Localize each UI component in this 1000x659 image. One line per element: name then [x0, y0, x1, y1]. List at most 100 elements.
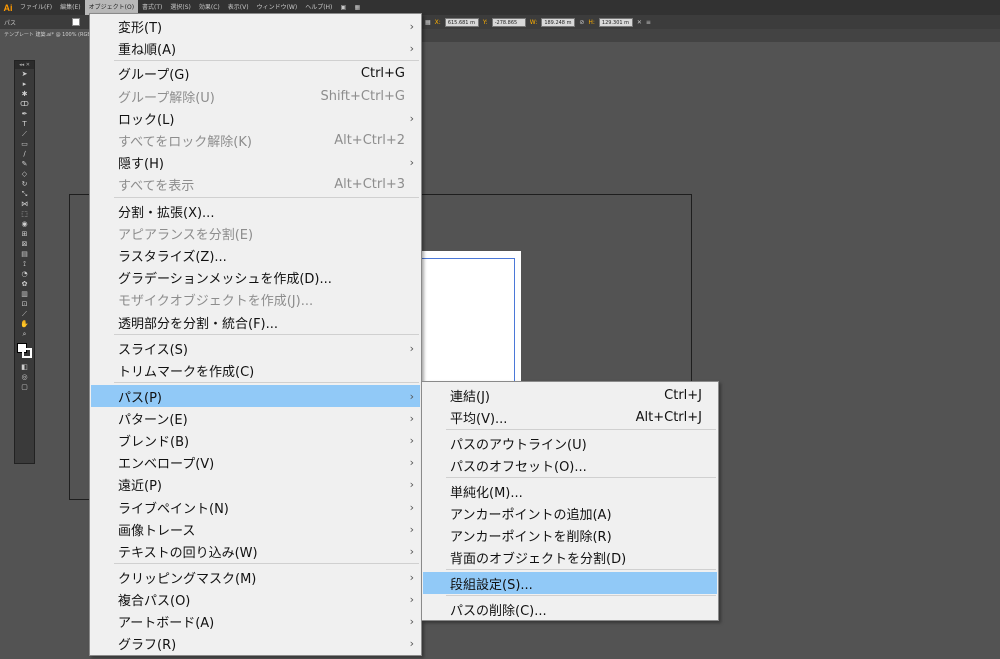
path-submenu-item[interactable]: 単純化(M)... [423, 480, 717, 502]
object-menu-item[interactable]: グラフ(R) › [91, 632, 420, 654]
type-tool-icon[interactable]: T [20, 120, 30, 129]
object-menu-item[interactable]: スライス(S) › [91, 337, 420, 359]
tools-panel-header[interactable]: ◂◂ ✕ [15, 61, 34, 69]
object-menu-item[interactable]: グループ(G) Ctrl+G [91, 62, 420, 84]
shape-builder-tool-icon[interactable]: ◉ [20, 220, 30, 229]
path-submenu-item[interactable]: パスのオフセット(O)... [423, 454, 717, 476]
zoom-tool-icon[interactable]: ⌕ [20, 330, 30, 339]
object-menu-item[interactable]: 複合パス(O) › [91, 588, 420, 610]
transform-fields: ▦ X: 615.681 m Y: -278.865 W: 189.248 m … [425, 15, 651, 29]
object-menu-item-label: 複合パス(O) [118, 593, 191, 609]
white-rectangle-object[interactable] [420, 251, 521, 384]
object-menu-item[interactable]: 分割・拡張(X)... [91, 200, 420, 222]
eyedropper-tool-icon[interactable]: ⟟ [20, 260, 30, 269]
rotate-tool-icon[interactable]: ↻ [20, 180, 30, 189]
color-mode-icon[interactable]: ◧ [20, 363, 30, 372]
object-menu-item[interactable]: パターン(E) › [91, 407, 420, 429]
x-field[interactable]: 615.681 m [444, 17, 479, 27]
object-menu-item-shortcut: Alt+Ctrl+3 [334, 176, 405, 192]
chevron-right-icon: › [409, 500, 414, 514]
menu-edit[interactable]: 編集(E) [56, 0, 84, 15]
y-label: Y: [482, 18, 488, 26]
object-menu-item[interactable]: トリムマークを作成(C) [91, 359, 420, 381]
free-transform-tool-icon[interactable]: ⬚ [20, 210, 30, 219]
chevron-right-icon: › [409, 570, 414, 584]
chevron-right-icon: › [409, 41, 414, 55]
direct-selection-tool-icon[interactable]: ▸ [20, 80, 30, 89]
lasso-tool-icon[interactable]: ↀ [20, 100, 30, 109]
object-menu-item[interactable]: 隠す(H) › [91, 151, 420, 173]
object-menu-item-label: ラスタライズ(Z)... [118, 249, 227, 265]
path-submenu-item[interactable]: 背面のオブジェクトを分割(D) [423, 546, 717, 568]
panel-menu-icon[interactable]: ≡ [646, 19, 651, 26]
link-icon[interactable]: ⊘ [579, 19, 584, 26]
path-submenu-item-label: パスのアウトライン(U) [450, 437, 587, 453]
y-field[interactable]: -278.865 [491, 17, 526, 27]
path-submenu-item[interactable]: 段組設定(S)... [423, 572, 717, 594]
document-tab[interactable]: テンプレート 建築.ai* @ 100% (RGB [0, 29, 90, 42]
object-menu-item[interactable]: 画像トレース › [91, 518, 420, 540]
object-menu-item[interactable]: グラデーションメッシュを作成(D)... [91, 266, 420, 288]
path-submenu-item-label: 段組設定(S)... [450, 577, 533, 593]
blend-tool-icon[interactable]: ◔ [20, 270, 30, 279]
object-menu-item: アピアランスを分割(E) [91, 222, 420, 244]
selection-tool-icon[interactable]: ➤ [20, 70, 30, 79]
menu-separator [114, 60, 419, 61]
pencil-tool-icon[interactable]: ✎ [20, 160, 30, 169]
hand-tool-icon[interactable]: ✋ [20, 320, 30, 329]
h-field[interactable]: 129.301 m [598, 17, 633, 27]
path-submenu-item[interactable]: パスの削除(C)... [423, 598, 717, 620]
gradient-tool-icon[interactable]: ▤ [20, 250, 30, 259]
object-menu-item[interactable]: 変形(T) › [91, 15, 420, 37]
path-submenu-item[interactable]: アンカーポイントを削除(R) [423, 524, 717, 546]
w-field[interactable]: 189.248 m [541, 17, 576, 27]
object-menu-item[interactable]: アートボード(A) › [91, 610, 420, 632]
object-menu-item[interactable]: パス(P) › [91, 385, 420, 407]
line-tool-icon[interactable]: ⟋ [20, 130, 30, 139]
paintbrush-tool-icon[interactable]: ∕ [20, 150, 30, 159]
object-menu-item[interactable]: テキストの回り込み(W) › [91, 540, 420, 562]
menu-separator [114, 382, 419, 383]
object-menu-item[interactable]: 重ね順(A) › [91, 37, 420, 59]
screen-mode-icon[interactable]: ▢ [20, 383, 30, 392]
path-submenu-item-label: 平均(V)... [450, 411, 508, 427]
object-menu-item[interactable]: 遠近(P) › [91, 473, 420, 495]
magic-wand-tool-icon[interactable]: ✱ [20, 90, 30, 99]
object-menu-item[interactable]: ラスタライズ(Z)... [91, 244, 420, 266]
graph-tool-icon[interactable]: ▥ [20, 290, 30, 299]
eraser-tool-icon[interactable]: ◇ [20, 170, 30, 179]
menu-file[interactable]: ファイル(F) [16, 0, 56, 15]
draw-mode-icon[interactable]: ◎ [20, 373, 30, 382]
path-submenu-item[interactable]: パスのアウトライン(U) [423, 432, 717, 454]
symbol-sprayer-tool-icon[interactable]: ✿ [20, 280, 30, 289]
fill-swatch[interactable] [72, 18, 80, 26]
object-menu-item[interactable]: 透明部分を分割・統合(F)... [91, 311, 420, 333]
object-menu-item[interactable]: ロック(L) › [91, 107, 420, 129]
fill-stroke-selector[interactable] [16, 343, 33, 359]
mesh-tool-icon[interactable]: ⊠ [20, 240, 30, 249]
path-submenu-item[interactable]: 平均(V)... Alt+Ctrl+J [423, 406, 717, 428]
slice-tool-icon[interactable]: ⟋ [20, 310, 30, 319]
object-menu-item[interactable]: クリッピングマスク(M) › [91, 566, 420, 588]
object-menu-item-label: すべてを表示 [118, 178, 195, 194]
menu-separator [446, 477, 716, 478]
path-submenu-item-shortcut: Alt+Ctrl+J [635, 409, 702, 425]
path-submenu-item[interactable]: アンカーポイントの追加(A) [423, 502, 717, 524]
object-menu-item[interactable]: ライブペイント(N) › [91, 496, 420, 518]
reference-point-icon[interactable]: ▦ [425, 19, 431, 26]
artboard-tool-icon[interactable]: ⊡ [20, 300, 30, 309]
object-menu-item-label: モザイクオブジェクトを作成(J)... [118, 293, 314, 309]
perspective-grid-tool-icon[interactable]: ⊞ [20, 230, 30, 239]
rectangle-tool-icon[interactable]: ▭ [20, 140, 30, 149]
transform-icon[interactable]: ✕ [637, 19, 642, 26]
object-menu-item[interactable]: エンベロープ(V) › [91, 451, 420, 473]
chevron-right-icon: › [409, 592, 414, 606]
stroke-color-icon[interactable] [21, 348, 32, 358]
menu-separator [114, 197, 419, 198]
object-menu-item[interactable]: ブレンド(B) › [91, 429, 420, 451]
pen-tool-icon[interactable]: ✒ [20, 110, 30, 119]
scale-tool-icon[interactable]: ⤡ [20, 190, 30, 199]
tools-panel: ◂◂ ✕ ➤ ▸ ✱ ↀ ✒ T ⟋ ▭ ∕ ✎ ◇ ↻ ⤡ ⋈ ⬚ ◉ ⊞ ⊠… [14, 60, 35, 464]
path-submenu-item[interactable]: 連結(J) Ctrl+J [423, 384, 717, 406]
width-tool-icon[interactable]: ⋈ [20, 200, 30, 209]
